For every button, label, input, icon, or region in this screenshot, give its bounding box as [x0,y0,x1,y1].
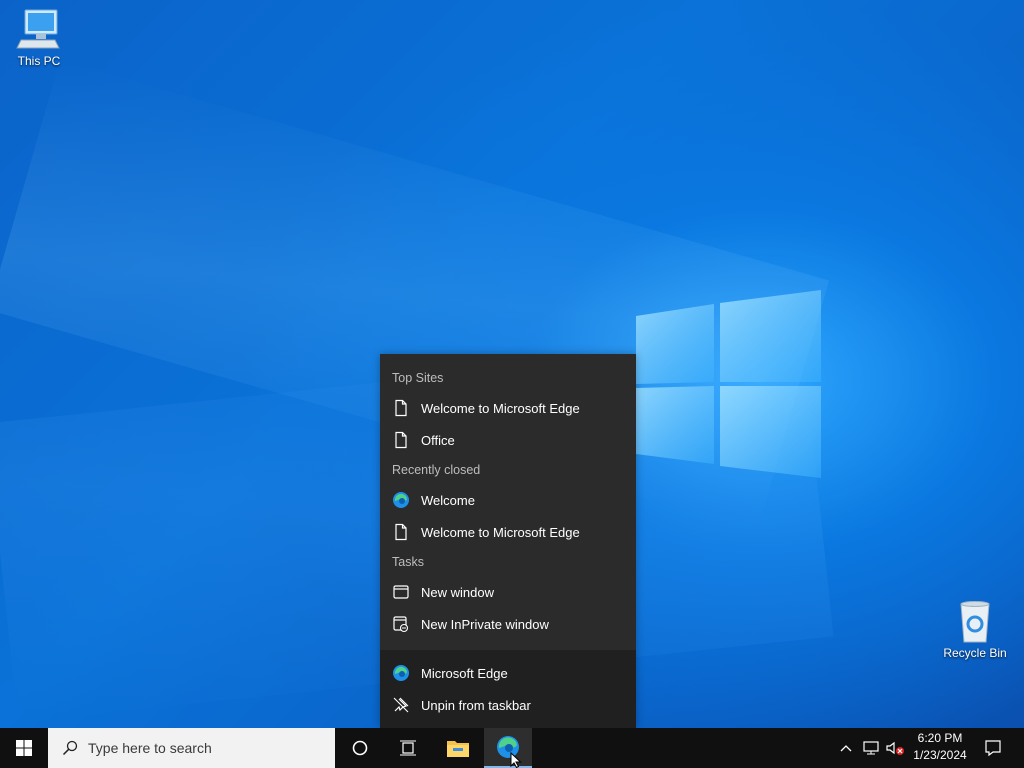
section-header-tasks: Tasks [392,555,424,569]
jumplist-item-new-inprivate[interactable]: New InPrivate window [380,608,636,640]
desktop-icon-label: Recycle Bin [943,646,1007,660]
jumplist-item-label: New window [421,584,494,600]
clock-time: 6:20 PM [917,731,963,745]
taskbar-clock[interactable]: 6:20 PM 1/23/2024 [906,730,974,764]
jumplist-item-label: Microsoft Edge [421,665,508,681]
task-view-icon [400,740,416,756]
clock-date: 1/23/2024 [913,748,967,762]
windows-logo-wallpaper [636,290,822,480]
inprivate-icon [392,615,410,633]
jumplist-item-label: Welcome [421,492,475,508]
jumplist-item[interactable]: Office [380,424,636,456]
jumplist-item-new-window[interactable]: New window [380,576,636,608]
section-header-top-sites: Top Sites [392,371,444,385]
page-icon [392,431,410,449]
action-center-button[interactable] [978,728,1008,768]
task-view-button[interactable] [384,728,432,768]
start-button[interactable] [0,728,48,768]
window-icon [392,583,410,601]
desktop-icon-this-pc[interactable]: This PC [4,8,74,68]
desktop-icon-recycle-bin[interactable]: Recycle Bin [940,600,1010,660]
page-icon [392,523,410,541]
jumplist-item[interactable]: Welcome to Microsoft Edge [380,392,636,424]
page-icon [392,399,410,417]
computer-icon [15,8,63,52]
search-icon [62,740,78,756]
file-explorer-button[interactable] [434,728,482,768]
section-header-recently-closed: Recently closed [392,463,481,477]
jumplist-item-microsoft-edge[interactable]: Microsoft Edge [380,657,636,689]
taskbar-search-box[interactable]: Type here to search [48,728,335,768]
jumplist-item-label: Welcome to Microsoft Edge [421,400,580,416]
mouse-cursor-icon [510,752,522,768]
network-icon [863,741,879,755]
search-placeholder: Type here to search [88,740,212,756]
volume-muted-icon [886,741,904,755]
jumplist-item-label: Office [421,432,455,448]
recycle-bin-icon [951,600,999,644]
windows-start-icon [16,740,32,756]
show-hidden-icons-button[interactable] [836,728,856,768]
edge-icon [392,664,410,682]
network-tray-button[interactable] [860,728,882,768]
file-explorer-icon [447,741,469,757]
jumplist-item-label: Unpin from taskbar [421,697,531,713]
edge-taskbar-button[interactable] [484,728,532,768]
jumplist-item[interactable]: Welcome [380,484,636,516]
jumplist-item-label: Welcome to Microsoft Edge [421,524,580,540]
cortana-button[interactable] [336,728,384,768]
jumplist-app-section: Microsoft Edge Unpin from taskbar [380,650,636,728]
notification-icon [985,740,1001,757]
unpin-icon [392,696,410,714]
edge-jump-list: Top Sites Welcome to Microsoft Edge Offi… [380,354,636,728]
chevron-up-icon [840,745,852,752]
cortana-icon [352,740,368,756]
volume-tray-button[interactable] [884,728,906,768]
jumplist-item-label: New InPrivate window [421,616,549,632]
desktop-icon-label: This PC [17,54,61,68]
jumplist-item[interactable]: Welcome to Microsoft Edge [380,516,636,548]
edge-icon [392,491,410,509]
jumplist-item-unpin[interactable]: Unpin from taskbar [380,689,636,721]
